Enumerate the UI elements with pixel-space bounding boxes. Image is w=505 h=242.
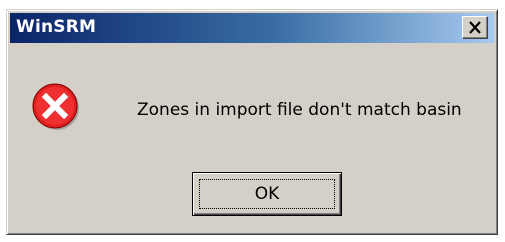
ok-button[interactable]: OK [192, 172, 342, 216]
message-dialog: WinSRM Zones in import file don't match … [6, 9, 498, 235]
title-bar[interactable]: WinSRM [10, 13, 494, 43]
close-button[interactable] [462, 16, 488, 39]
close-icon [469, 21, 481, 34]
error-message: Zones in import file don't match basin [137, 100, 462, 120]
ok-button-label: OK [254, 184, 280, 204]
error-icon [32, 83, 79, 130]
window-title: WinSRM [16, 17, 97, 37]
